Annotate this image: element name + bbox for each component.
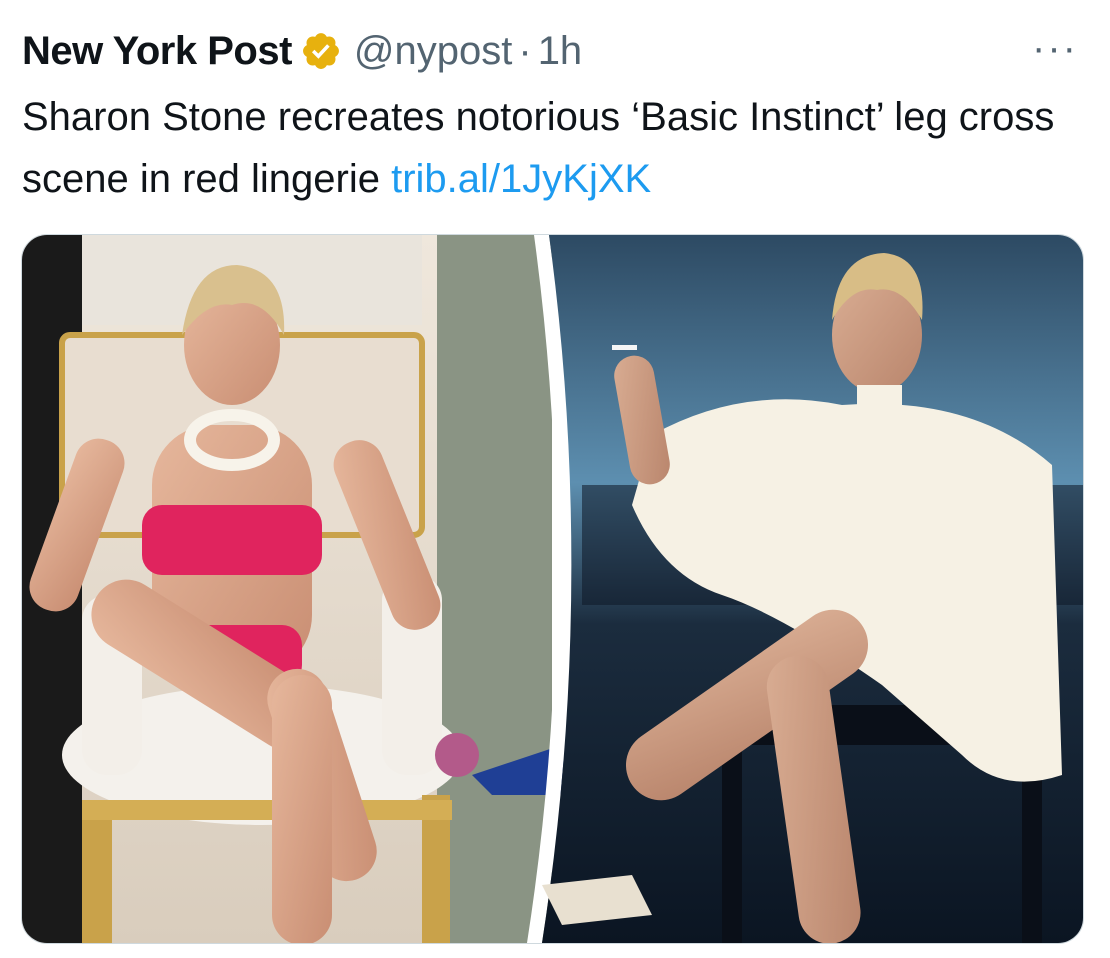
verified-badge-icon: [300, 30, 342, 72]
right-photo: [542, 235, 1083, 943]
tweet-text: Sharon Stone recreates notorious ‘Basic …: [22, 86, 1082, 210]
media-image[interactable]: [22, 235, 1083, 943]
tweet-header: New York Post @nypost · 1h: [22, 26, 582, 76]
tweet-media[interactable]: [21, 234, 1084, 944]
author-handle[interactable]: @nypost: [354, 29, 512, 74]
more-options-icon[interactable]: ···: [1032, 26, 1078, 71]
left-photo: [22, 235, 567, 943]
tweet-link[interactable]: trib.al/1JyKjXK: [391, 157, 651, 201]
timestamp[interactable]: 1h: [538, 29, 583, 74]
separator-dot: ·: [518, 28, 532, 73]
tweet[interactable]: New York Post @nypost · 1h ··· Sharon St…: [0, 0, 1110, 958]
author-name[interactable]: New York Post: [22, 29, 292, 74]
